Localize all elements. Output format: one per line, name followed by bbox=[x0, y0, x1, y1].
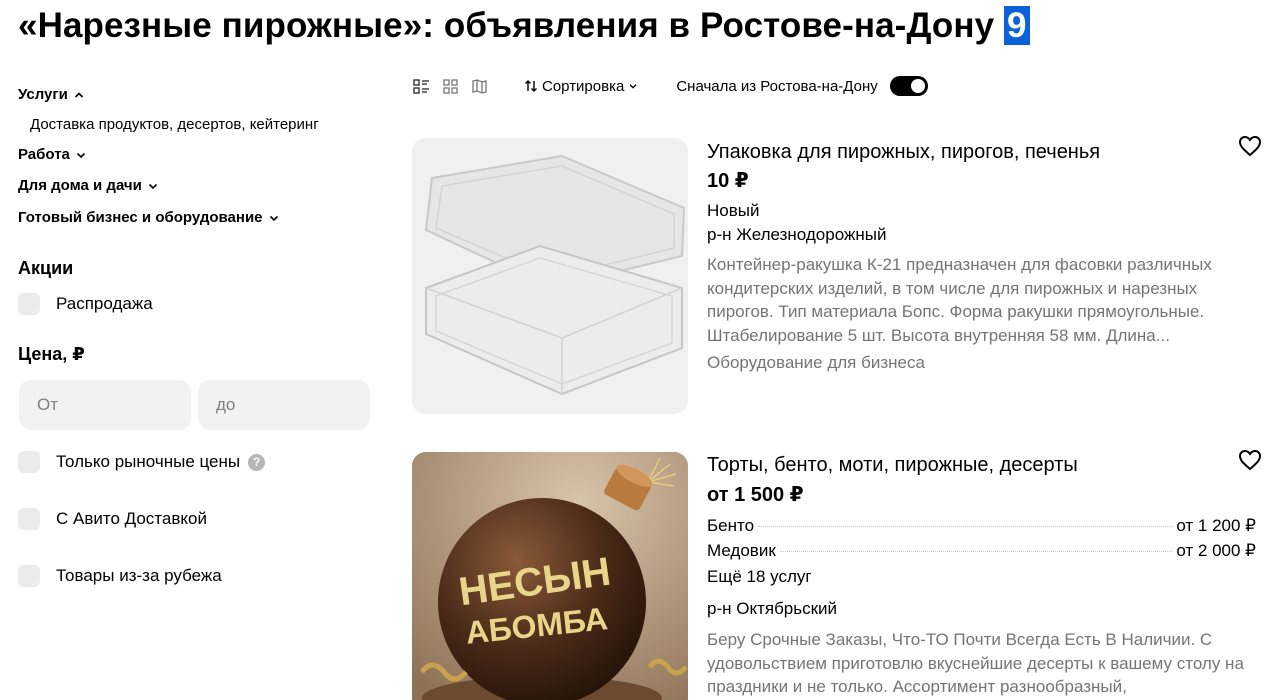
listing-district: р-н Октябрьский bbox=[707, 599, 838, 618]
heart-icon[interactable] bbox=[1238, 135, 1262, 157]
grid-view-icon[interactable] bbox=[441, 77, 459, 95]
service-price-row: Бенто от 1 200 ₽ bbox=[707, 516, 1256, 536]
listing-price: 10 ₽ bbox=[707, 170, 749, 192]
category-label: Для дома и дачи bbox=[18, 177, 142, 194]
sale-label: Распродажа bbox=[56, 294, 153, 313]
dotted-leader bbox=[758, 526, 1173, 527]
rostov-first-toggle[interactable] bbox=[889, 76, 928, 96]
price-from-input[interactable] bbox=[19, 380, 191, 430]
market-prices-label: Только рыночные цены bbox=[56, 452, 241, 471]
service-price: от 1 200 ₽ bbox=[1176, 516, 1256, 535]
avito-delivery-label: С Авито Доставкой bbox=[56, 509, 207, 528]
chevron-down-icon bbox=[148, 183, 157, 189]
market-prices-checkbox-row[interactable]: Только рыночные цены ? bbox=[18, 451, 266, 473]
service-name: Бенто bbox=[707, 516, 755, 535]
abroad-goods-checkbox-row[interactable]: Товары из-за рубежа bbox=[18, 565, 222, 587]
price-to-input[interactable] bbox=[198, 380, 370, 430]
sidebar-category-home[interactable]: Для дома и дачи bbox=[18, 177, 159, 194]
help-icon[interactable]: ? bbox=[248, 453, 266, 471]
sort-label: Сортировка bbox=[542, 77, 625, 95]
dotted-leader bbox=[779, 551, 1173, 552]
listing-title[interactable]: Торты, бенто, моти, пирожные, десерты bbox=[707, 454, 1078, 477]
results-count-badge: 9 bbox=[1004, 6, 1030, 45]
sale-checkbox-row[interactable]: Распродажа bbox=[18, 293, 153, 315]
map-view-icon[interactable] bbox=[470, 77, 488, 95]
sidebar-category-business[interactable]: Готовый бизнес и оборудование bbox=[18, 209, 280, 226]
listing-description: Контейнер-ракушка К-21 предназначен для … bbox=[707, 255, 1212, 345]
abroad-goods-label: Товары из-за рубежа bbox=[56, 566, 222, 585]
sort-button[interactable]: Сортировка bbox=[524, 78, 638, 95]
results-toolbar: Сортировка Сначала из Ростова-на-Дону bbox=[412, 74, 928, 98]
rostov-first-label: Сначала из Ростова-на-Дону bbox=[676, 77, 878, 95]
plastic-container-image bbox=[412, 138, 688, 414]
service-name: Медовик bbox=[707, 541, 776, 560]
category-label: Услуги bbox=[18, 86, 68, 103]
service-price: от 2 000 ₽ bbox=[1176, 541, 1256, 560]
chevron-down-icon bbox=[629, 84, 637, 89]
avito-delivery-checkbox-row[interactable]: С Авито Доставкой bbox=[18, 508, 207, 530]
chocolate-bomb-cake-image: НЕСЫН АБОМБА bbox=[412, 452, 688, 700]
sidebar-category-work[interactable]: Работа bbox=[18, 146, 87, 163]
chevron-down-icon bbox=[269, 215, 278, 221]
list-view-icon[interactable] bbox=[412, 77, 430, 95]
page-title-text: «Нарезные пирожные»: объявления в Ростов… bbox=[18, 6, 995, 45]
chevron-down-icon bbox=[76, 152, 85, 158]
sale-checkbox[interactable] bbox=[18, 293, 40, 315]
category-label: Готовый бизнес и оборудование bbox=[18, 209, 263, 226]
promo-section-title: Акции bbox=[18, 258, 74, 278]
sidebar-category-services[interactable]: Услуги bbox=[18, 86, 85, 103]
listing-description: Беру Срочные Заказы, Что-ТО Почти Всегда… bbox=[707, 630, 1244, 696]
market-prices-checkbox[interactable] bbox=[18, 451, 40, 473]
avito-delivery-checkbox[interactable] bbox=[18, 508, 40, 530]
listing-category[interactable]: Оборудование для бизнеса bbox=[707, 353, 925, 373]
page-title: «Нарезные пирожные»: объявления в Ростов… bbox=[18, 6, 1030, 46]
listing-image[interactable]: НЕСЫН АБОМБА bbox=[412, 452, 688, 700]
chevron-up-icon bbox=[74, 91, 83, 98]
abroad-goods-checkbox[interactable] bbox=[18, 565, 40, 587]
heart-icon[interactable] bbox=[1238, 449, 1262, 471]
sort-icon bbox=[525, 80, 537, 92]
service-price-row: Медовик от 2 000 ₽ bbox=[707, 541, 1256, 561]
listing-district: р-н Железнодорожный bbox=[707, 225, 887, 244]
listing-price: от 1 500 ₽ bbox=[707, 484, 804, 506]
listing-condition: Новый bbox=[707, 201, 760, 220]
listing-title[interactable]: Упаковка для пирожных, пирогов, печенья bbox=[707, 141, 1100, 164]
listing-image[interactable] bbox=[412, 138, 688, 414]
category-label: Работа bbox=[18, 146, 70, 163]
price-section-title: Цена, ₽ bbox=[18, 344, 85, 364]
sidebar-subcategory-delivery[interactable]: Доставка продуктов, десертов, кейтеринг bbox=[30, 116, 319, 133]
more-services-link[interactable]: Ещё 18 услуг bbox=[707, 567, 812, 587]
